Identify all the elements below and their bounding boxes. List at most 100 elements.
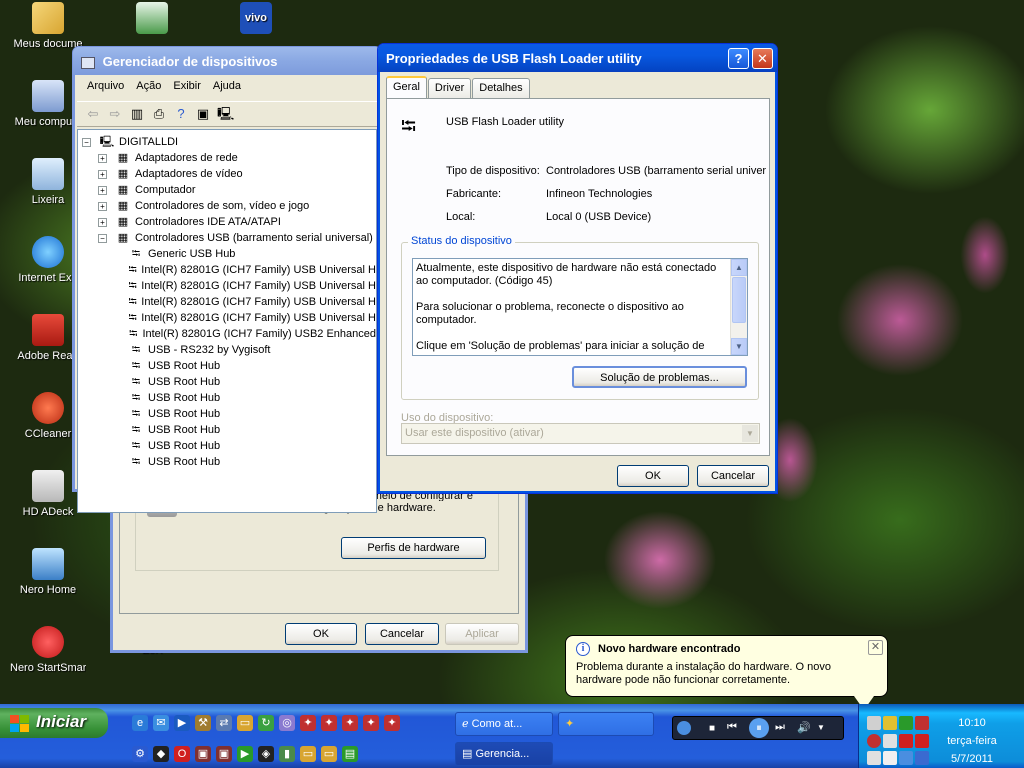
tree-item[interactable]: ⭾ Intel(R) 82801G (ICH7 Family) USB Unive… bbox=[82, 262, 376, 278]
tree-item[interactable]: ⭾ USB Root Hub bbox=[82, 374, 376, 390]
app-icon-5[interactable]: ✦ bbox=[384, 715, 400, 731]
clock[interactable]: 10:10 terça-feira 5/7/2011 bbox=[937, 717, 1007, 765]
desktop-icon-excel[interactable] bbox=[114, 2, 190, 38]
expand-icon[interactable]: + bbox=[98, 217, 107, 227]
tree-item[interactable]: ⭾ USB Root Hub bbox=[82, 390, 376, 406]
cancel-button[interactable]: Cancelar bbox=[365, 623, 439, 645]
display-icon[interactable]: ▣ bbox=[195, 746, 211, 762]
menu-ajuda[interactable]: Ajuda bbox=[209, 80, 245, 96]
apply-button[interactable]: Aplicar bbox=[445, 623, 519, 645]
cancel-button[interactable]: Cancelar bbox=[697, 465, 769, 487]
chevron-down-icon[interactable]: ▼ bbox=[742, 425, 758, 442]
folder-icon-2[interactable]: ▭ bbox=[300, 746, 316, 762]
back-arrow-icon[interactable]: ⇦ bbox=[85, 106, 101, 122]
balloon-close-icon[interactable]: ✕ bbox=[868, 640, 883, 655]
troubleshoot-button[interactable]: Solução de problemas... bbox=[572, 366, 747, 388]
scan-hardware-icon[interactable]: 🖳 bbox=[217, 106, 234, 122]
pause-icon[interactable]: ⏸ bbox=[749, 718, 769, 738]
safely-remove-hardware-icon[interactable] bbox=[867, 716, 881, 730]
desktop-icon-vivo[interactable]: vivo bbox=[218, 2, 294, 38]
device-manager-titlebar[interactable]: Gerenciador de dispositivos bbox=[73, 47, 381, 75]
media-menu-icon[interactable]: ▼ bbox=[817, 723, 825, 732]
tree-item[interactable]: + ▦ Controladores de som, vídeo e jogo bbox=[82, 198, 376, 214]
tree-root[interactable]: − 🖳 DIGITALLDI bbox=[82, 134, 376, 150]
media-player-icon[interactable]: ▶ bbox=[174, 715, 190, 731]
tree-item[interactable]: + ▦ Computador bbox=[82, 182, 376, 198]
settings-icon[interactable]: ⚙ bbox=[132, 746, 148, 762]
taskbar-button-como[interactable]: ℯ Como at... bbox=[455, 712, 553, 736]
previous-icon[interactable]: ⏮ bbox=[727, 721, 737, 734]
expand-icon[interactable]: + bbox=[98, 201, 107, 211]
media-logo-icon[interactable] bbox=[677, 721, 691, 735]
start-button[interactable]: Iniciar bbox=[0, 708, 108, 738]
security-shield-icon[interactable] bbox=[883, 716, 897, 730]
status-scrollbar[interactable]: ▲ ▼ bbox=[730, 259, 747, 355]
app-icon-1[interactable]: ✦ bbox=[300, 715, 316, 731]
expand-icon[interactable]: + bbox=[98, 185, 107, 195]
tree-item[interactable]: ⭾ USB Root Hub bbox=[82, 438, 376, 454]
device-usage-select[interactable]: Usar este dispositivo (ativar) ▼ bbox=[401, 423, 760, 444]
tree-item[interactable]: ⭾ USB - RS232 by Vygisoft bbox=[82, 342, 376, 358]
app-icon-7[interactable]: ▤ bbox=[342, 746, 358, 762]
taskbar-button-gerenciador[interactable]: ▤ Gerencia... bbox=[455, 742, 553, 766]
tree-item[interactable]: ⭾ Generic USB Hub bbox=[82, 246, 376, 262]
desktop-icon-my-documents[interactable]: Meus docume bbox=[10, 2, 86, 50]
tools-icon[interactable]: ⚒ bbox=[195, 715, 211, 731]
print-icon[interactable]: ⎙ bbox=[151, 106, 167, 122]
users-icon[interactable] bbox=[883, 734, 897, 748]
internet-explorer-icon[interactable]: e bbox=[132, 715, 148, 731]
scroll-down-icon[interactable]: ▼ bbox=[731, 338, 747, 355]
properties-icon[interactable]: ▣ bbox=[195, 106, 211, 122]
play-icon[interactable]: ▶ bbox=[237, 746, 253, 762]
usb-properties-titlebar[interactable]: Propriedades de USB Flash Loader utility… bbox=[378, 44, 777, 72]
new-hardware-balloon[interactable]: i Novo hardware encontrado Problema dura… bbox=[565, 635, 888, 697]
scroll-up-icon[interactable]: ▲ bbox=[731, 259, 747, 276]
tree-item[interactable]: ⭾ Intel(R) 82801G (ICH7 Family) USB Unive… bbox=[82, 278, 376, 294]
tab-geral[interactable]: Geral bbox=[386, 76, 427, 98]
tree-item[interactable]: ⭾ Intel(R) 82801G (ICH7 Family) USB Unive… bbox=[82, 310, 376, 326]
volume-tray-icon[interactable] bbox=[867, 751, 881, 765]
forward-arrow-icon[interactable]: ⇨ bbox=[107, 106, 123, 122]
close-button[interactable]: ✕ bbox=[752, 48, 773, 69]
next-icon[interactable]: ⏭ bbox=[775, 721, 785, 734]
network-icon[interactable]: ⇄ bbox=[216, 715, 232, 731]
app-icon-3[interactable]: ✦ bbox=[342, 715, 358, 731]
sync-icon[interactable]: ↻ bbox=[258, 715, 274, 731]
tree-item[interactable]: ⭾ USB Root Hub bbox=[82, 422, 376, 438]
tab-detalhes[interactable]: Detalhes bbox=[472, 78, 530, 98]
app-tray-icon-4[interactable] bbox=[915, 734, 929, 748]
tab-driver[interactable]: Driver bbox=[427, 78, 472, 98]
app-tray-icon-2[interactable] bbox=[915, 716, 929, 730]
desktop-icon-nero-startsmart[interactable]: Nero StartSmart bbox=[10, 626, 86, 674]
collapse-icon[interactable]: − bbox=[82, 137, 91, 147]
tree-item[interactable]: − ▦ Controladores USB (barramento serial u… bbox=[82, 230, 376, 246]
show-hide-tree-icon[interactable]: ▥ bbox=[129, 106, 145, 122]
tree-item[interactable]: ⭾ USB Root Hub bbox=[82, 358, 376, 374]
tree-item[interactable]: ⭾ USB Root Hub bbox=[82, 454, 376, 470]
ok-button[interactable]: OK bbox=[285, 623, 357, 645]
outlook-icon[interactable]: ✉ bbox=[153, 715, 169, 731]
expand-icon[interactable]: + bbox=[98, 169, 107, 179]
app-icon-4[interactable]: ✦ bbox=[363, 715, 379, 731]
tree-item[interactable]: ⭾ USB Root Hub bbox=[82, 406, 376, 422]
ok-button[interactable]: OK bbox=[617, 465, 689, 487]
bottle-icon[interactable]: ▮ bbox=[279, 746, 295, 762]
email-tray-icon[interactable] bbox=[883, 751, 897, 765]
app-tray-icon-3[interactable] bbox=[867, 734, 881, 748]
antivirus-icon[interactable] bbox=[899, 734, 913, 748]
tree-item[interactable]: ⭾ Intel(R) 82801G (ICH7 Family) USB Unive… bbox=[82, 294, 376, 310]
folder-icon[interactable]: ▭ bbox=[237, 715, 253, 731]
opera-icon[interactable]: O bbox=[174, 746, 190, 762]
display-icon-2[interactable]: ▣ bbox=[216, 746, 232, 762]
menu-arquivo[interactable]: Arquivo bbox=[83, 80, 128, 96]
taskbar-button-app[interactable]: ✦ bbox=[558, 712, 654, 736]
scroll-thumb[interactable] bbox=[732, 277, 746, 323]
desktop-icon-nero-home[interactable]: Nero Home bbox=[10, 548, 86, 596]
tree-item[interactable]: + ▦ Adaptadores de vídeo bbox=[82, 166, 376, 182]
app-tray-icon-1[interactable] bbox=[899, 716, 913, 730]
stop-icon[interactable]: ■ bbox=[709, 723, 715, 734]
tree-item[interactable]: + ▦ Adaptadores de rede bbox=[82, 150, 376, 166]
collapse-icon[interactable]: − bbox=[98, 233, 107, 243]
disc-icon[interactable]: ◎ bbox=[279, 715, 295, 731]
app-icon-2[interactable]: ✦ bbox=[321, 715, 337, 731]
